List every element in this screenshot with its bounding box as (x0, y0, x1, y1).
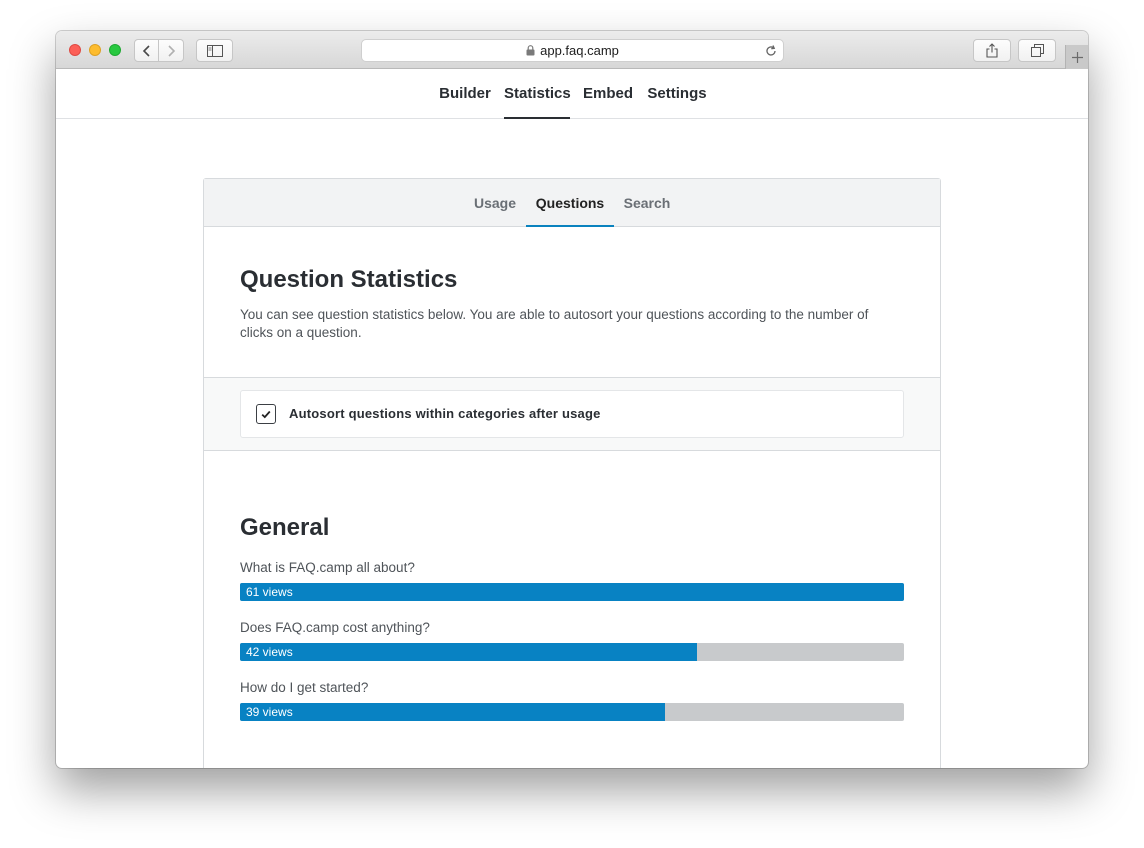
share-icon (986, 43, 998, 58)
tab-usage[interactable]: Usage (466, 179, 524, 227)
autosort-label: Autosort questions within categories aft… (289, 406, 601, 421)
question-label: How do I get started? (240, 680, 369, 695)
forward-button[interactable] (159, 39, 184, 62)
lock-icon (526, 45, 535, 56)
chevron-left-icon (142, 44, 150, 57)
browser-window: app.faq.camp Builder Statistics Embed Se… (56, 31, 1088, 768)
views-bar: 61 views (240, 583, 904, 601)
question-statistics-title: Question Statistics (240, 266, 458, 293)
question-label: What is FAQ.camp all about? (240, 560, 415, 575)
checkmark-icon (261, 410, 271, 418)
nav-embed[interactable]: Embed (580, 70, 636, 119)
browser-titlebar: app.faq.camp (56, 31, 1088, 69)
share-button[interactable] (973, 39, 1011, 62)
tab-search[interactable]: Search (618, 179, 676, 227)
show-tabs-button[interactable] (1018, 39, 1056, 62)
tabs-overview-icon (1030, 44, 1044, 57)
zoom-window-button[interactable] (109, 44, 121, 56)
back-button[interactable] (134, 39, 159, 62)
question-statistics-description: You can see question statistics below. Y… (240, 307, 869, 340)
plus-icon (1071, 51, 1083, 63)
reload-icon[interactable] (764, 44, 778, 58)
sidebar-toggle-button[interactable] (196, 39, 233, 62)
statistics-card: Usage Questions Search Question Statisti… (203, 178, 941, 768)
nav-settings[interactable]: Settings (644, 70, 710, 119)
chevron-right-icon (168, 44, 176, 57)
views-count: 39 views (246, 705, 293, 719)
autosort-section: Autosort questions within categories aft… (204, 377, 940, 451)
autosort-checkbox[interactable] (256, 404, 276, 424)
address-bar[interactable]: app.faq.camp (361, 39, 784, 62)
views-count: 42 views (246, 645, 293, 659)
views-bar: 39 views (240, 703, 904, 721)
views-bar-fill (240, 583, 904, 601)
statistics-tabs: Usage Questions Search (204, 179, 940, 227)
views-bar-fill (240, 643, 698, 661)
category-title: General (240, 514, 330, 541)
close-window-button[interactable] (69, 44, 81, 56)
views-count: 61 views (246, 585, 293, 599)
question-label: Does FAQ.camp cost anything? (240, 620, 430, 635)
tab-questions[interactable]: Questions (526, 179, 614, 227)
new-tab-button[interactable] (1065, 45, 1088, 69)
nav-statistics[interactable]: Statistics (504, 70, 571, 119)
sidebar-icon (206, 44, 223, 57)
minimize-window-button[interactable] (89, 44, 101, 56)
views-bar: 42 views (240, 643, 904, 661)
app-navigation: Builder Statistics Embed Settings (56, 70, 1088, 119)
url-text: app.faq.camp (540, 43, 619, 58)
nav-builder[interactable]: Builder (434, 70, 496, 119)
views-bar-fill (240, 703, 665, 721)
autosort-option[interactable]: Autosort questions within categories aft… (240, 390, 904, 438)
